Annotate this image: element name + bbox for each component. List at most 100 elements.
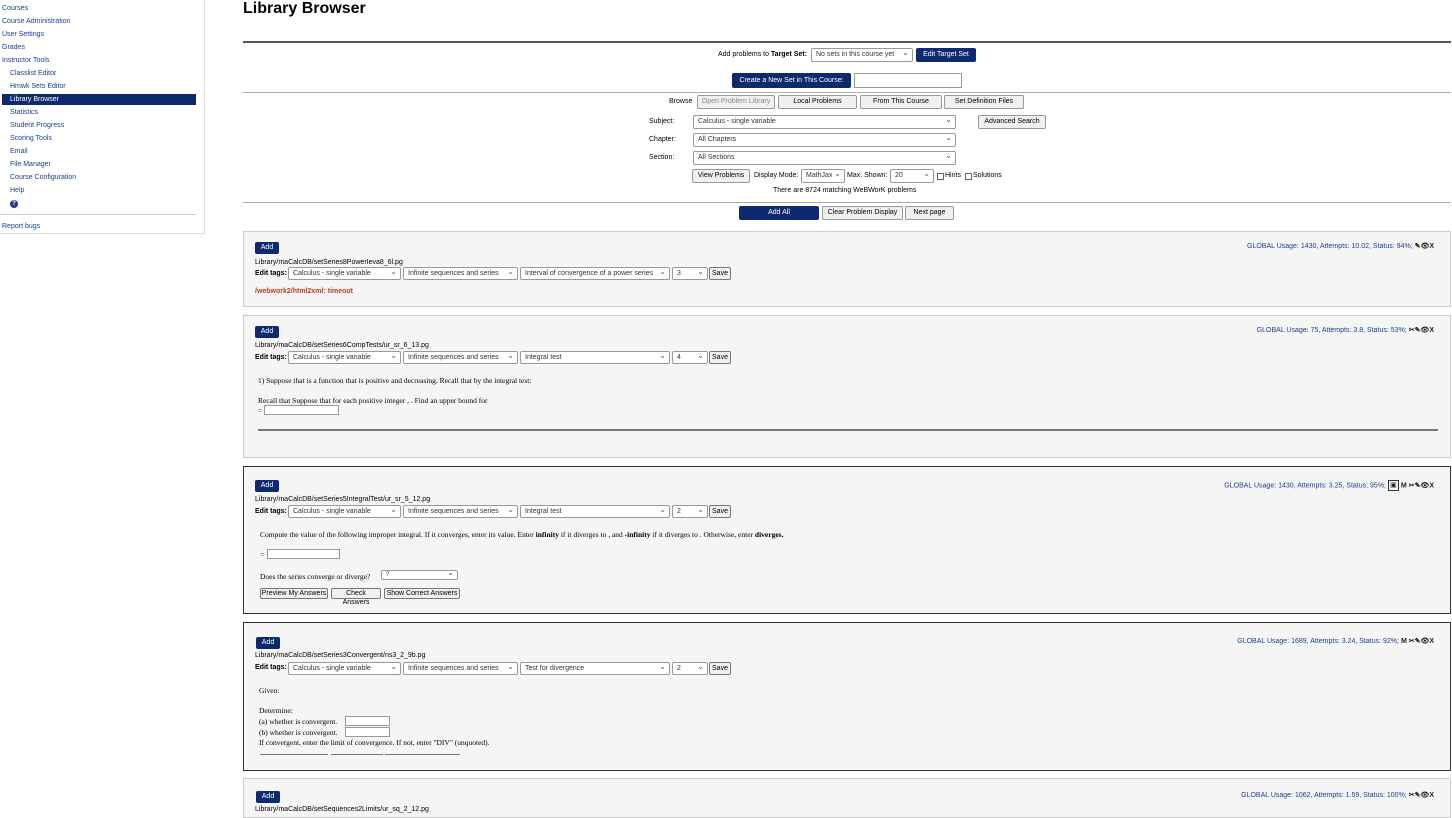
tag-subject-select[interactable]: Calculus - single variable — [288, 351, 401, 364]
tag-section-select[interactable]: Integral test — [520, 505, 670, 518]
show-correct-answers-button[interactable]: Show Correct Answers — [384, 588, 460, 599]
subject-label: Subject: — [649, 118, 675, 125]
add-all-button[interactable]: Add All — [739, 206, 819, 220]
tag-chapter-select[interactable]: Infinite sequences and series — [403, 267, 518, 280]
save-tags-button[interactable]: Save — [709, 662, 731, 675]
tag-section-select[interactable]: Interval of convergence of a power serie… — [520, 267, 670, 280]
problem-action-icons[interactable]: ✎👁X — [1415, 243, 1434, 250]
converge-select[interactable]: ? — [381, 570, 458, 580]
hints-checkbox[interactable] — [937, 173, 944, 180]
answer-input[interactable] — [264, 405, 339, 415]
tag-level-select[interactable]: 3 — [672, 267, 708, 280]
problem-panel: Add Library/maCalcDB/setSeries8PowerIeva… — [243, 231, 1451, 307]
divider — [243, 92, 1451, 93]
sidebar-item-student-progress[interactable]: Student Progress — [10, 122, 64, 129]
create-new-set-button[interactable]: Create a New Set in This Course: — [732, 73, 851, 88]
blank-line — [385, 754, 460, 755]
problem-text: 1) Suppose that is a function that is po… — [258, 376, 532, 385]
section-select[interactable]: All Sections — [693, 151, 956, 165]
page-title: Library Browser — [243, 0, 366, 17]
sidebar-item-course-administration[interactable]: Course Administration — [2, 18, 70, 25]
browse-label: Browse — [669, 98, 693, 105]
sidebar-item-user-settings[interactable]: User Settings — [2, 31, 44, 38]
solutions-label: Solutions — [973, 172, 1002, 179]
problem-text: (b) whether is convergent. — [259, 728, 338, 737]
add-problem-button[interactable]: Add — [255, 326, 279, 338]
problem-action-icons[interactable]: ✂✎👁X — [1409, 327, 1434, 334]
sidebar-item-hmwk-sets-editor[interactable]: Hmwk Sets Editor — [10, 83, 66, 90]
preview-answers-button[interactable]: Preview My Answers — [260, 588, 328, 599]
sidebar-item-scoring-tools[interactable]: Scoring Tools — [10, 135, 52, 142]
clear-problem-display-button[interactable]: Clear Problem Display — [822, 206, 903, 220]
answer-input[interactable] — [267, 549, 340, 559]
sidebar-item-library-browser[interactable]: Library Browser — [2, 94, 196, 105]
subject-select[interactable]: Calculus - single variable — [693, 115, 956, 129]
section-label: Section: — [649, 154, 675, 161]
problem-stats: GLOBAL Usage: 1430, Attempts: 10.02, Sta… — [1247, 243, 1434, 250]
target-set-label: Add problems to Target Set: — [718, 51, 807, 58]
local-problems-button[interactable]: Local Problems — [778, 95, 857, 109]
sidebar-item-statistics[interactable]: Statistics — [10, 109, 38, 116]
set-definition-files-button[interactable]: Set Definition Files — [944, 95, 1024, 109]
sidebar-item-file-manager[interactable]: File Manager — [10, 161, 51, 168]
problem-text: Given: — [259, 686, 280, 695]
sidebar-item-help[interactable]: Help — [10, 187, 24, 194]
new-set-name-input[interactable] — [854, 73, 962, 88]
add-problem-button[interactable]: Add — [256, 637, 280, 649]
add-problem-button[interactable]: Add — [255, 242, 279, 254]
display-mode-label: Display Mode: — [754, 172, 799, 179]
display-mode-select[interactable]: MathJax — [801, 169, 845, 183]
save-tags-button[interactable]: Save — [709, 351, 731, 364]
answer-input-b[interactable] — [345, 727, 390, 737]
tag-section-select[interactable]: Integral test — [520, 351, 670, 364]
save-tags-button[interactable]: Save — [709, 267, 731, 280]
add-problem-button[interactable]: Add — [255, 480, 279, 492]
sidebar: Courses Course Administration User Setti… — [0, 0, 205, 234]
help-icon[interactable]: ? — [10, 200, 18, 208]
chapter-select[interactable]: All Chapters — [693, 133, 956, 147]
add-problem-button[interactable]: Add — [256, 791, 280, 803]
from-this-course-button[interactable]: From This Course — [860, 95, 942, 109]
next-page-button[interactable]: Next page — [905, 206, 954, 220]
target-set-select[interactable]: No sets in this course yet — [811, 48, 913, 62]
problem-action-icons[interactable]: ✂✎👁X — [1409, 482, 1434, 489]
converge-question: Does the series converge or diverge? — [260, 572, 371, 581]
problem-text: Determine: — [259, 706, 293, 715]
problem-text: If convergent, enter the limit of conver… — [259, 738, 490, 747]
edit-tags-label: Edit tags: — [255, 664, 287, 671]
problem-action-icons[interactable]: ✂✎👁X — [1409, 792, 1434, 799]
tag-subject-select[interactable]: Calculus - single variable — [288, 505, 401, 518]
problem-text: (a) whether is convergent. — [259, 717, 338, 726]
tag-chapter-select[interactable]: Infinite sequences and series — [403, 505, 518, 518]
sidebar-item-grades[interactable]: Grades — [2, 44, 25, 51]
tag-level-select[interactable]: 2 — [672, 662, 708, 675]
tag-level-select[interactable]: 2 — [672, 505, 708, 518]
check-answers-button[interactable]: Check Answers — [331, 588, 381, 606]
open-problem-library-button[interactable]: Open Problem Library — [697, 95, 775, 109]
answer-input-a[interactable] — [345, 716, 390, 726]
sidebar-item-course-configuration[interactable]: Course Configuration — [10, 174, 76, 181]
max-shown-label: Max. Shown: — [847, 172, 888, 179]
tag-level-select[interactable]: 4 — [672, 351, 708, 364]
tag-subject-select[interactable]: Calculus - single variable — [288, 267, 401, 280]
solutions-checkbox[interactable] — [965, 173, 972, 180]
save-tags-button[interactable]: Save — [709, 505, 731, 518]
sidebar-item-classlist-editor[interactable]: Classlist Editor — [10, 70, 56, 77]
max-shown-select[interactable]: 20 — [890, 169, 934, 183]
cart-icon[interactable]: ▣ — [1387, 480, 1399, 491]
problem-action-icons[interactable]: M ✂✎👁X — [1401, 638, 1434, 645]
edit-target-set-button[interactable]: Edit Target Set — [916, 48, 976, 62]
sidebar-item-email[interactable]: Email — [10, 148, 28, 155]
view-problems-button[interactable]: View Problems — [692, 169, 750, 183]
tag-chapter-select[interactable]: Infinite sequences and series — [403, 351, 518, 364]
advanced-search-button[interactable]: Advanced Search — [978, 115, 1046, 129]
tag-subject-select[interactable]: Calculus - single variable — [288, 662, 401, 675]
equals-sign: = — [260, 550, 265, 559]
edit-tags-label: Edit tags: — [255, 508, 287, 515]
sidebar-item-courses[interactable]: Courses — [2, 5, 28, 12]
sidebar-item-instructor-tools[interactable]: Instructor Tools — [2, 57, 49, 64]
tag-section-select[interactable]: Test for divergence — [520, 662, 670, 675]
tag-chapter-select[interactable]: Infinite sequences and series — [403, 662, 518, 675]
report-bugs-link[interactable]: Report bugs — [2, 223, 40, 230]
matching-count: There are 8724 matching WeBWorK problems — [773, 187, 917, 194]
